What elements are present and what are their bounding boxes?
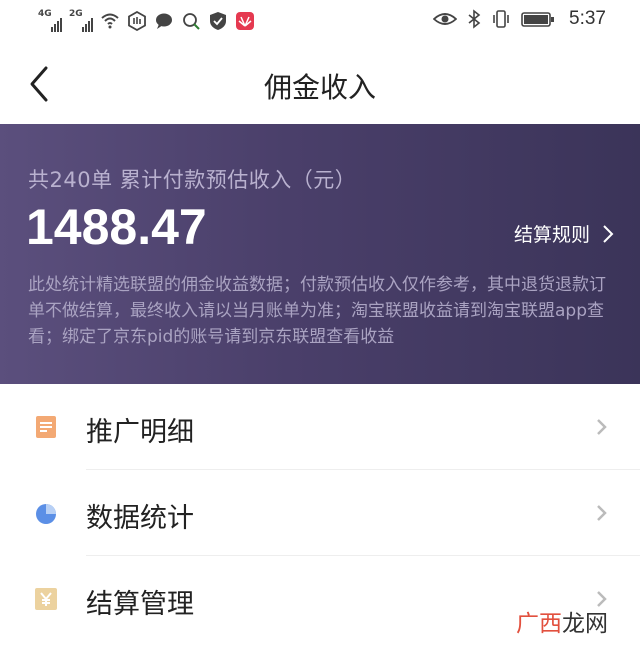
menu-item-promotion-details[interactable]: 推广明细	[0, 384, 640, 470]
search-chat-icon	[183, 13, 200, 30]
shield-icon	[210, 12, 226, 30]
income-amount: 1488.47	[26, 199, 207, 255]
menu-item-data-statistics[interactable]: 数据统计	[0, 470, 640, 556]
bluetooth-icon	[468, 9, 481, 29]
chevron-right-icon	[603, 224, 614, 243]
chevron-right-icon	[597, 505, 607, 521]
status-left: 4G 2G	[38, 10, 255, 32]
settlement-rules-label: 结算规则	[513, 224, 590, 246]
wifi-icon	[101, 13, 119, 29]
pie-chart-icon	[36, 504, 56, 524]
page-title: 佣金收入	[263, 71, 376, 104]
signal-4g-icon: 4G	[38, 10, 62, 32]
menu-item-label: 数据统计	[86, 503, 194, 534]
nav-header: 佣金收入	[0, 44, 640, 124]
watermark: 广西 龙网	[516, 604, 608, 638]
income-summary-card: 共240单 累计付款预估收入（元） 1488.47 结算规则 此处统计精选联盟的…	[0, 124, 640, 384]
vibrate-icon	[493, 10, 509, 28]
status-bar: 4G 2G 5:37	[0, 0, 640, 44]
income-notice-text: 此处统计精选联盟的佣金收益数据；付款预估收入仅作参考，其中退货退款订单不做结算，…	[28, 275, 606, 347]
network-2g-label: 2G	[69, 9, 83, 19]
huawei-app-icon	[236, 12, 254, 30]
signal-2g-icon: 2G	[69, 10, 93, 32]
chat-bubble-icon	[156, 13, 172, 29]
battery-icon	[521, 12, 555, 27]
eye-icon	[433, 13, 458, 25]
clock: 5:37	[569, 8, 606, 29]
menu-item-label: 结算管理	[86, 589, 194, 620]
network-4g-label: 4G	[38, 9, 52, 19]
menu-item-label: 推广明细	[86, 417, 194, 448]
watermark-part1: 广西	[516, 611, 562, 637]
document-icon	[36, 416, 56, 438]
order-summary-text: 共240单 累计付款预估收入（元）	[28, 168, 357, 192]
yen-icon	[35, 588, 57, 610]
hexagon-app-icon	[128, 11, 146, 31]
chevron-right-icon	[597, 419, 607, 435]
status-right: 5:37	[433, 8, 606, 30]
settlement-rules-link[interactable]: 结算规则	[514, 220, 614, 247]
watermark-part2: 龙网	[562, 611, 608, 637]
